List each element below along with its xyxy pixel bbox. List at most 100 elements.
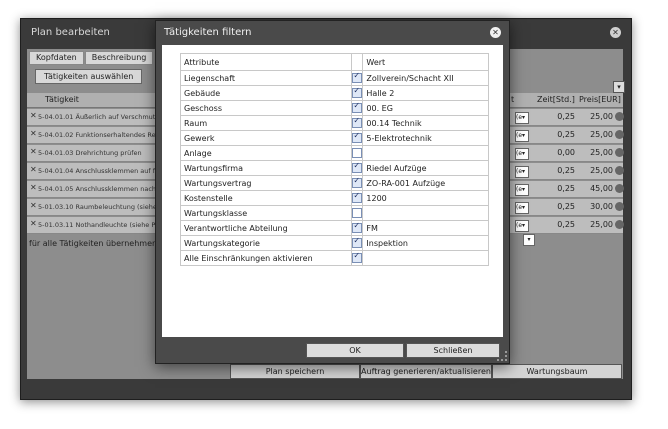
activity-text: 5-04.01.01 Äußerlich auf Verschmut xyxy=(38,113,156,121)
remove-circle-icon[interactable] xyxy=(615,148,624,157)
time-value: 0,25 xyxy=(557,130,575,139)
generate-order-button[interactable]: Auftrag generieren/aktualisieren xyxy=(360,364,492,379)
filter-row: Gewerk 5-Elektrotechnik xyxy=(179,130,489,146)
unit-select[interactable]: (e▾ xyxy=(515,184,529,196)
checkbox-cell xyxy=(351,190,364,206)
activity-values-row: (e▾ 0,25 25,00 xyxy=(509,163,624,180)
attribute-value: 5-Elektrotechnik xyxy=(362,130,489,146)
filter-checkbox[interactable] xyxy=(352,86,363,98)
ok-button[interactable]: OK xyxy=(306,343,404,358)
activity-row[interactable]: ✕ 5-04.01.04 Anschlussklemmen auf f xyxy=(27,163,157,180)
resize-grip-icon[interactable] xyxy=(497,351,507,361)
remove-icon[interactable]: ✕ xyxy=(30,129,37,138)
time-value: 0,25 xyxy=(557,112,575,121)
tab-kopfdaten[interactable]: Kopfdaten xyxy=(29,51,84,65)
unit-select-value: (e xyxy=(516,132,523,139)
col-zeit-header: Zeit[Std.] xyxy=(537,95,575,104)
checkbox-cell xyxy=(351,160,364,176)
value-header: Wert xyxy=(362,53,489,71)
checkbox-cell xyxy=(351,235,364,251)
unit-select-value: (e xyxy=(516,186,523,193)
tab-bar: Kopfdaten Beschreibung xyxy=(29,51,154,65)
remove-circle-icon[interactable] xyxy=(615,130,624,139)
filter-checkbox[interactable] xyxy=(352,116,363,128)
attribute-value xyxy=(362,250,489,266)
unit-select-value: (e xyxy=(516,222,523,229)
close-icon[interactable]: ✕ xyxy=(490,27,501,38)
filter-checkbox[interactable] xyxy=(352,101,363,113)
activity-values-row: (e▾ 0,00 25,00 xyxy=(509,145,624,162)
filter-checkbox[interactable] xyxy=(352,176,363,188)
filter-checkbox[interactable] xyxy=(352,191,363,203)
attribute-label: Wartungsvertrag xyxy=(179,175,353,191)
filter-checkbox[interactable] xyxy=(352,131,363,143)
unit-select[interactable]: (e▾ xyxy=(515,166,529,178)
select-activities-button[interactable]: Tätigkeiten auswählen xyxy=(35,69,143,84)
checkbox-cell xyxy=(351,130,364,146)
price-value: 25,00 xyxy=(590,112,613,121)
remove-icon[interactable]: ✕ xyxy=(30,111,37,120)
filter-checkbox[interactable] xyxy=(352,148,363,158)
remove-circle-icon[interactable] xyxy=(615,184,624,193)
filter-table: Attribute Wert Liegenschaft Zollverein/Sc… xyxy=(179,53,489,266)
filter-checkbox[interactable] xyxy=(352,161,363,173)
attribute-value: Halle 2 xyxy=(362,85,489,101)
apply-all-select[interactable]: ▾ xyxy=(523,234,535,246)
remove-circle-icon[interactable] xyxy=(615,220,624,229)
attribute-label: Alle Einschränkungen aktivieren xyxy=(179,250,353,266)
attribute-label: Verantwortliche Abteilung xyxy=(179,220,353,236)
time-value: 0,25 xyxy=(557,220,575,229)
attribute-value: 1200 xyxy=(362,190,489,206)
activity-row[interactable]: ✕ 5-04.01.03 Drehrichtung prüfen xyxy=(27,145,157,162)
checkbox-cell xyxy=(351,175,364,191)
unit-select[interactable]: (e▾ xyxy=(515,202,529,214)
unit-select[interactable]: (e▾ xyxy=(515,112,529,124)
filter-row: Wartungsfirma Riedel Aufzüge xyxy=(179,160,489,176)
time-value: 0,25 xyxy=(557,202,575,211)
attribute-value: FM xyxy=(362,220,489,236)
filter-row: Verantwortliche Abteilung FM xyxy=(179,220,489,236)
chevron-down-icon[interactable]: ▾ xyxy=(613,81,625,93)
right-table-header: t Zeit[Std.] Preis[EUR] xyxy=(509,93,623,108)
checkbox-cell xyxy=(351,220,364,236)
close-icon[interactable]: ✕ xyxy=(610,27,621,38)
remove-circle-icon[interactable] xyxy=(615,202,624,211)
apply-all-label[interactable]: für alle Tätigkeiten übernehmen xyxy=(29,239,157,248)
activity-column-header: Tätigkeit xyxy=(27,93,157,108)
maintenance-tree-button[interactable]: Wartungsbaum xyxy=(492,364,622,379)
save-plan-button[interactable]: Plan speichern xyxy=(230,364,360,379)
activity-row[interactable]: ✕ 5-01.03.10 Raumbeleuchtung (siehe xyxy=(27,199,157,216)
remove-circle-icon[interactable] xyxy=(615,112,624,121)
attribute-value xyxy=(362,205,489,221)
filter-checkbox[interactable] xyxy=(352,71,363,83)
filter-row: Kostenstelle 1200 xyxy=(179,190,489,206)
filter-checkbox[interactable] xyxy=(352,208,363,218)
remove-icon[interactable]: ✕ xyxy=(30,219,37,228)
col-t-header: t xyxy=(511,95,515,104)
close-button[interactable]: Schließen xyxy=(406,343,500,358)
unit-select[interactable]: (e▾ xyxy=(515,148,529,160)
attribute-value: Inspektion xyxy=(362,235,489,251)
dialog-content: Attribute Wert Liegenschaft Zollverein/Sc… xyxy=(162,45,503,337)
time-value: 0,25 xyxy=(557,166,575,175)
remove-icon[interactable]: ✕ xyxy=(30,165,37,174)
activity-row[interactable]: ✕ 5-04.01.05 Anschlussklemmen nach xyxy=(27,181,157,198)
tab-beschreibung[interactable]: Beschreibung xyxy=(84,51,154,65)
remove-icon[interactable]: ✕ xyxy=(30,147,37,156)
remove-circle-icon[interactable] xyxy=(615,166,624,175)
remove-icon[interactable]: ✕ xyxy=(30,201,37,210)
remove-icon[interactable]: ✕ xyxy=(30,183,37,192)
attribute-header: Attribute xyxy=(179,53,353,71)
attribute-value: 00.14 Technik xyxy=(362,115,489,131)
price-value: 25,00 xyxy=(590,166,613,175)
filter-checkbox[interactable] xyxy=(352,221,363,233)
filter-checkbox[interactable] xyxy=(352,251,363,263)
activity-row[interactable]: ✕ 5-04.01.01 Äußerlich auf Verschmut xyxy=(27,109,157,126)
activity-row[interactable]: ✕ 5-04.01.02 Funktionserhaltendes Re xyxy=(27,127,157,144)
activity-values-row: (e▾ 0,25 30,00 xyxy=(509,199,624,216)
filter-checkbox[interactable] xyxy=(352,236,363,248)
filter-row: Alle Einschränkungen aktivieren xyxy=(179,250,489,266)
activity-row[interactable]: ✕ 5-01.03.11 Nothandleuchte (siehe P xyxy=(27,217,157,234)
unit-select[interactable]: (e▾ xyxy=(515,130,529,142)
dialog-title: Tätigkeiten filtern xyxy=(164,27,252,38)
